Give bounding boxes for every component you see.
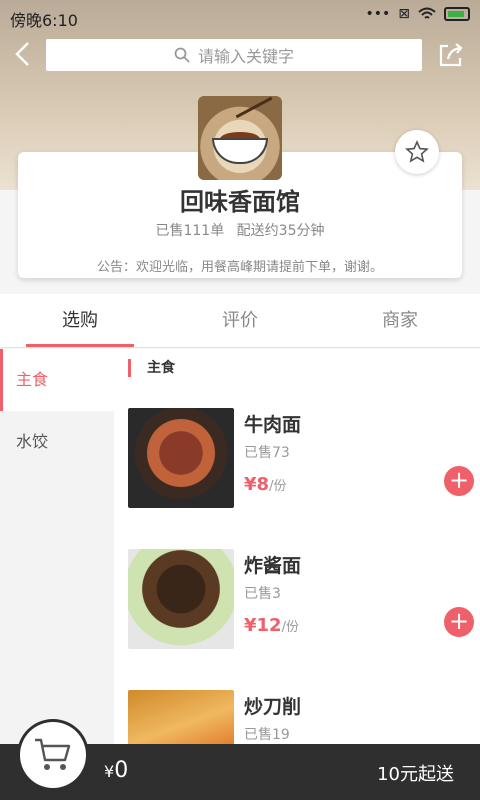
signal-dots-icon: ••• — [365, 6, 391, 22]
search-placeholder: 请输入关键字 — [197, 47, 294, 66]
cart-total-value: 0 — [114, 758, 129, 783]
cart-icon — [35, 738, 71, 770]
shop-logo — [198, 96, 282, 180]
dish-sold: 已售3 — [244, 586, 281, 602]
dish-name: 炸酱面 — [244, 555, 302, 577]
price-value: 12 — [256, 615, 282, 636]
bowl-shape — [212, 138, 268, 164]
back-button[interactable] — [12, 40, 42, 70]
cart-button[interactable] — [20, 722, 86, 788]
sim-icon: ⊠ — [398, 6, 410, 22]
dish-name: 牛肉面 — [244, 414, 302, 436]
status-bar: 傍晚6:10 ••• ⊠ — [0, 0, 480, 34]
tab-merchant[interactable]: 商家 — [320, 294, 480, 347]
shop-delivery-time: 配送约35分钟 — [236, 223, 325, 239]
shop-name: 回味香面馆 — [180, 188, 300, 216]
status-icons: ••• ⊠ — [365, 6, 470, 22]
back-arrow-icon — [15, 42, 29, 66]
shop-sold: 已售111单 — [155, 223, 225, 239]
price-unit: /份 — [269, 479, 287, 494]
price-unit: /份 — [281, 620, 299, 635]
dish-price: ¥8/份 — [244, 474, 286, 495]
plus-icon: + — [448, 466, 470, 494]
currency-symbol: ¥ — [244, 615, 257, 636]
chopsticks-shape — [235, 96, 273, 119]
currency-symbol: ¥ — [104, 762, 115, 781]
search-icon — [174, 47, 190, 63]
battery-icon — [444, 7, 470, 21]
add-to-cart-button[interactable]: + — [444, 607, 474, 637]
tab-reviews[interactable]: 评价 — [160, 294, 320, 347]
plus-icon: + — [448, 607, 470, 635]
star-icon — [405, 140, 429, 163]
shop-stats: 已售111单 配送约35分钟 — [18, 220, 462, 240]
shop-notice: 公告：欢迎光临，用餐高峰期请提前下单，谢谢。 — [96, 260, 383, 275]
tab-order[interactable]: 选购 — [0, 294, 160, 347]
add-to-cart-button[interactable]: + — [444, 466, 474, 496]
tab-bar: 选购 评价 商家 — [0, 294, 480, 348]
list-item[interactable]: 炸酱面 已售3 ¥12/份 + — [128, 549, 474, 649]
share-button[interactable] — [436, 40, 466, 70]
currency-symbol: ¥ — [244, 474, 257, 495]
sidebar-item-dumplings[interactable]: 水饺 — [0, 411, 114, 473]
dish-sold: 已售73 — [244, 445, 290, 461]
cart-total: ¥0 — [104, 758, 128, 783]
share-icon — [439, 43, 463, 67]
wifi-icon — [418, 7, 436, 19]
dish-list: 主食 牛肉面 已售73 ¥8/份 + 炸酱面 已售3 ¥12/份 + 炒刀削 已… — [114, 349, 480, 800]
min-order-label: 10元起送 — [377, 764, 454, 785]
sidebar-item-main-food[interactable]: 主食 — [0, 349, 114, 411]
dish-name: 炒刀削 — [244, 696, 302, 718]
status-time: 傍晚6:10 — [10, 11, 78, 30]
list-item[interactable]: 牛肉面 已售73 ¥8/份 + — [128, 408, 474, 508]
dish-sold: 已售19 — [244, 727, 290, 743]
price-value: 8 — [256, 474, 270, 495]
dish-image — [128, 549, 234, 649]
category-header: 主食 — [128, 359, 175, 377]
favorite-button[interactable] — [395, 130, 439, 174]
dish-price: ¥12/份 — [244, 615, 299, 636]
dish-image — [128, 408, 234, 508]
search-input[interactable]: 请输入关键字 — [46, 39, 422, 71]
